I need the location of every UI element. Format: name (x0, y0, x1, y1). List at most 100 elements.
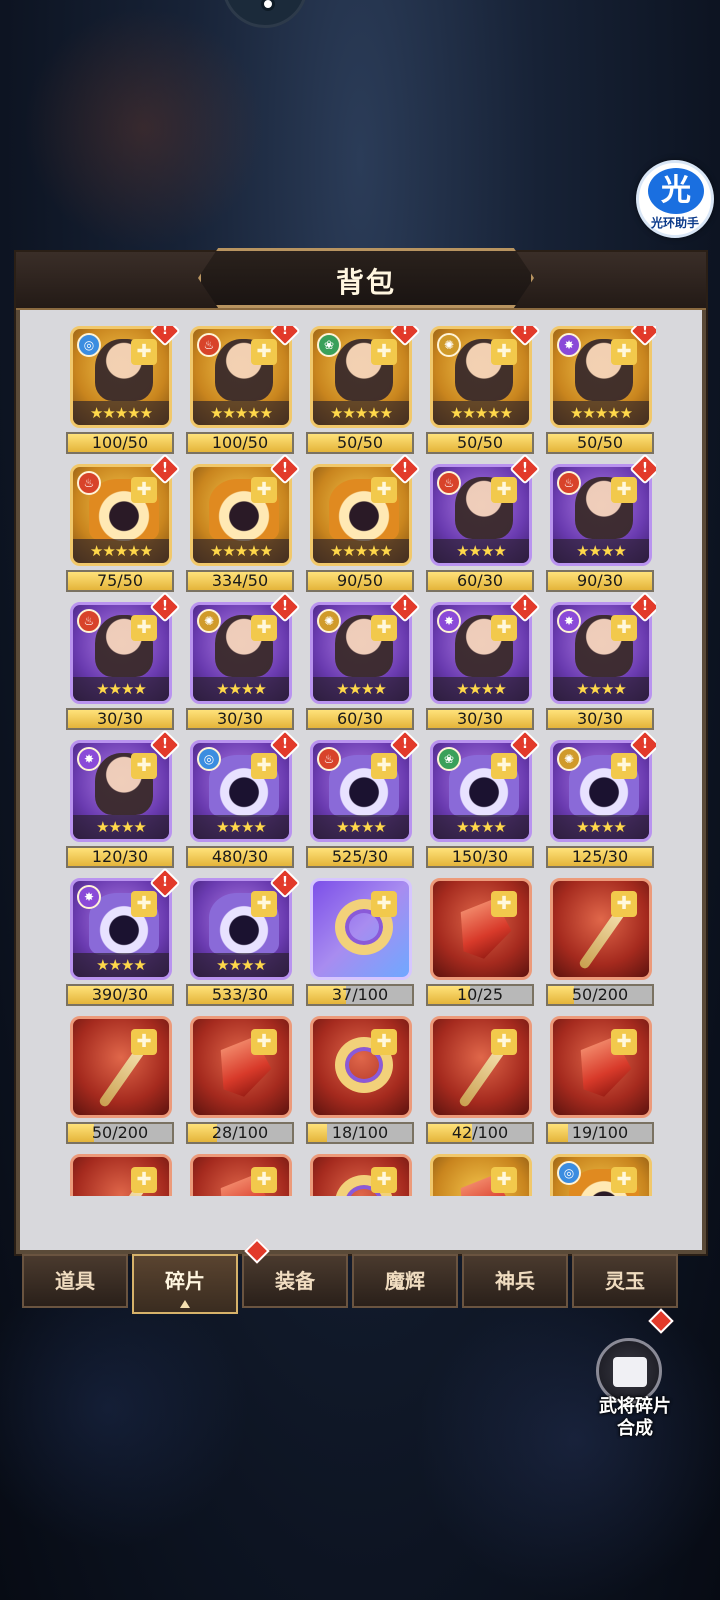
star-rating: ★★★★ (553, 677, 649, 701)
tab-1[interactable]: 碎片 (132, 1254, 238, 1314)
fragment-card[interactable]: ✸ ✚ ★★★★★ (550, 326, 652, 428)
star-rating: ★★★★ (313, 677, 409, 701)
fragment-count-text: 100/50 (211, 433, 269, 452)
puzzle-piece-icon: ✚ (131, 477, 157, 503)
fragment-count-bar: 390/30 (66, 984, 174, 1006)
tab-4[interactable]: 神兵 (462, 1254, 568, 1308)
light-element-icon: ✺ (557, 747, 581, 771)
star-rating: ★★★★★ (433, 401, 529, 425)
star-rating: ★★★★ (73, 953, 169, 977)
puzzle-piece-icon: ✚ (251, 1167, 277, 1193)
synthesis-label-line2: 合成 (617, 1418, 653, 1439)
fragment-card[interactable]: ♨ ✚ ★★★★★ (190, 326, 292, 428)
fragment-count-bar: 60/30 (306, 708, 414, 730)
fragment-count-bar: 37/100 (306, 984, 414, 1006)
fragment-card[interactable]: ✚ ★★★★ (190, 878, 292, 980)
fragment-card[interactable]: ✺ ✚ ★★★★ (310, 602, 412, 704)
fragment-count-text: 120/30 (91, 847, 149, 866)
fragment-card[interactable]: ◎ ✚ ★★★★★ (70, 326, 172, 428)
fragment-card[interactable]: ♨ ✚ ★★★★ (550, 464, 652, 566)
fragment-count-text: 50/50 (456, 433, 504, 452)
fragment-card[interactable]: ♨ ✚ ★★★★ (310, 740, 412, 842)
star-rating: ★★★★ (433, 539, 529, 563)
synthesis-label[interactable]: 武将碎片 合成 (580, 1396, 690, 1440)
fragment-card[interactable]: ✚ (550, 878, 652, 980)
fragment-card[interactable]: ✚ (190, 1154, 292, 1196)
fragment-card[interactable]: ✚ (430, 1154, 532, 1196)
puzzle-piece-icon: ✚ (251, 339, 277, 365)
fragment-count-bar: 90/50 (306, 570, 414, 592)
fragment-card[interactable]: ✚ (550, 1016, 652, 1118)
fragment-count-text: 42/100 (451, 1123, 509, 1142)
fragment-card[interactable]: ✸ ✚ ★★★★ (550, 602, 652, 704)
fragment-count-text: 533/30 (211, 985, 269, 1004)
fragment-card[interactable]: ✚ (70, 1016, 172, 1118)
fragment-count-bar: 533/30 (186, 984, 294, 1006)
fragment-card[interactable]: ◎ ✚ ★★★★ (190, 740, 292, 842)
fragment-card[interactable]: ✺ ✚ ★★★★ (190, 602, 292, 704)
fragment-count-bar: 19/100 (546, 1122, 654, 1144)
fragment-count-bar: 125/30 (546, 846, 654, 868)
fragment-card[interactable]: ✸ ✚ ★★★★ (70, 878, 172, 980)
puzzle-piece-icon: ✚ (611, 753, 637, 779)
fragment-card[interactable]: ◎ ✚ (550, 1154, 652, 1196)
fragment-count-bar: 75/50 (66, 570, 174, 592)
fragment-count-text: 75/50 (96, 571, 144, 590)
fragment-card[interactable]: ✚ (70, 1154, 172, 1196)
assistant-floating-button[interactable]: 光 光环助手 (636, 160, 714, 238)
fragment-synthesis-button[interactable] (596, 1338, 662, 1404)
fragment-count-bar: 100/50 (186, 432, 294, 454)
puzzle-piece-icon: ✚ (611, 1167, 637, 1193)
fragment-card[interactable]: ♨ ✚ ★★★★ (70, 602, 172, 704)
fragment-card[interactable]: ✚ (310, 1154, 412, 1196)
puzzle-piece-icon: ✚ (371, 891, 397, 917)
fragment-count-text: 90/30 (576, 571, 624, 590)
fragment-card[interactable]: ✚ (310, 1016, 412, 1118)
tab-5[interactable]: 灵玉 (572, 1254, 678, 1308)
title-plate: 背包 (198, 248, 534, 308)
fragment-card[interactable]: ✺ ✚ ★★★★ (550, 740, 652, 842)
fire-element-icon: ♨ (77, 471, 101, 495)
fragment-count-bar: 18/100 (306, 1122, 414, 1144)
tab-0[interactable]: 道具 (22, 1254, 128, 1308)
fragment-count-text: 90/50 (336, 571, 384, 590)
water-element-icon: ◎ (557, 1161, 581, 1185)
puzzle-piece-icon: ✚ (491, 339, 517, 365)
puzzle-piece-icon: ✚ (611, 1029, 637, 1055)
puzzle-piece-icon: ✚ (131, 753, 157, 779)
fragment-card[interactable]: ✚ (310, 878, 412, 980)
fragment-card[interactable]: ✚ ★★★★★ (190, 464, 292, 566)
puzzle-piece-icon: ✚ (371, 753, 397, 779)
fragment-card[interactable]: ✚ ★★★★★ (310, 464, 412, 566)
fragment-count-text: 390/30 (91, 985, 149, 1004)
fragment-count-bar: 525/30 (306, 846, 414, 868)
water-element-icon: ◎ (197, 747, 221, 771)
tab-3[interactable]: 魔辉 (352, 1254, 458, 1308)
fragment-card[interactable]: ❀ ✚ ★★★★ (430, 740, 532, 842)
fragment-card[interactable]: ✚ (190, 1016, 292, 1118)
light-element-icon: ✺ (437, 333, 461, 357)
fragment-card[interactable]: ✸ ✚ ★★★★ (430, 602, 532, 704)
dark-element-icon: ✸ (557, 333, 581, 357)
category-tabs: 道具 碎片 装备 魔辉 神兵 灵玉 (22, 1238, 688, 1314)
puzzle-piece-icon: ✚ (491, 1167, 517, 1193)
fragment-card[interactable]: ♨ ✚ ★★★★ (430, 464, 532, 566)
item-grid[interactable]: ◎ ✚ ★★★★★! 100/50 ♨ ✚ ★★★★★! 100/50 ❀ ✚ ★★★★★! 50/5… (66, 326, 656, 1196)
fragment-count-bar: 334/50 (186, 570, 294, 592)
puzzle-piece-icon: ✚ (371, 615, 397, 641)
fragment-count-text: 28/100 (211, 1123, 269, 1142)
fragment-count-bar: 50/200 (66, 1122, 174, 1144)
fragment-card[interactable]: ♨ ✚ ★★★★★ (70, 464, 172, 566)
puzzle-piece-icon: ✚ (131, 1029, 157, 1055)
fragment-card[interactable]: ✺ ✚ ★★★★★ (430, 326, 532, 428)
fragment-count-text: 150/30 (451, 847, 509, 866)
fragment-card[interactable]: ✚ (430, 878, 532, 980)
fragment-card[interactable]: ❀ ✚ ★★★★★ (310, 326, 412, 428)
fragment-count-bar: 50/50 (426, 432, 534, 454)
puzzle-piece-icon: ✚ (611, 891, 637, 917)
light-element-icon: ✺ (197, 609, 221, 633)
fragment-card[interactable]: ✚ (430, 1016, 532, 1118)
star-rating: ★★★★ (313, 815, 409, 839)
fragment-card[interactable]: ✸ ✚ ★★★★ (70, 740, 172, 842)
light-element-icon: ✺ (317, 609, 341, 633)
